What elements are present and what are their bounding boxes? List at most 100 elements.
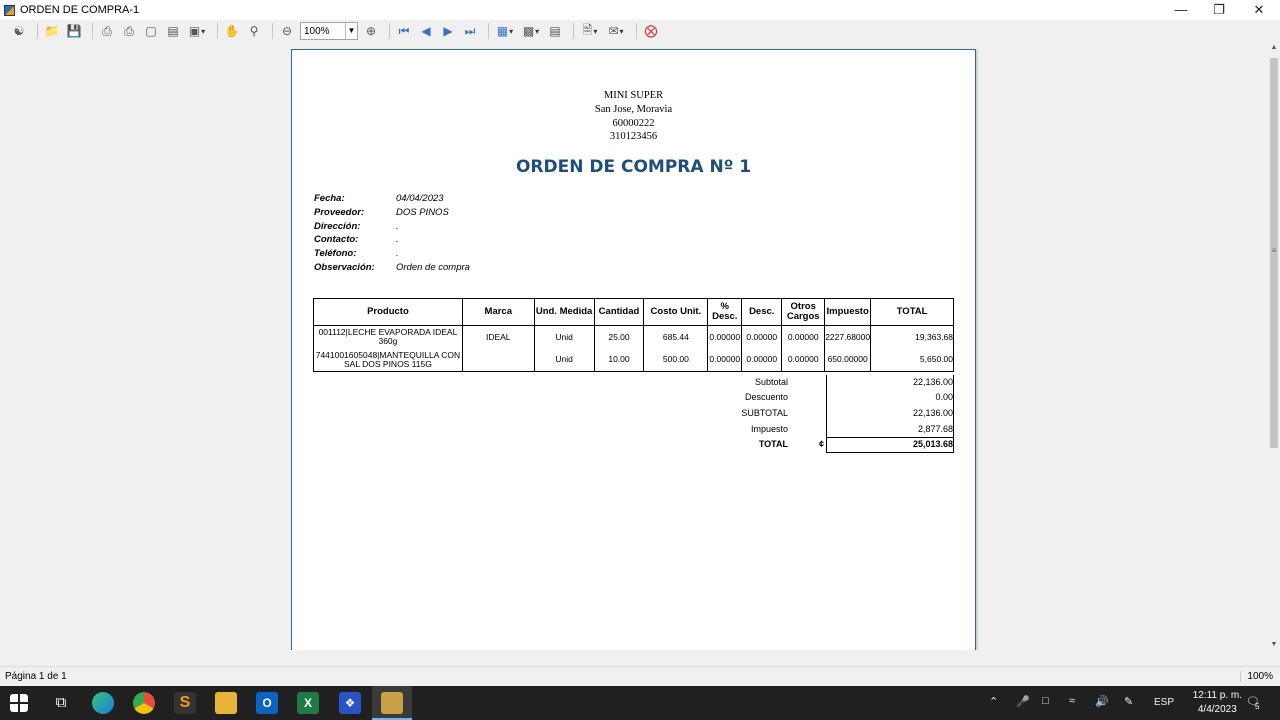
previous-page-icon[interactable]: ◀ [417, 22, 435, 40]
scroll-down-icon[interactable]: ▼ [1268, 641, 1280, 648]
chrome-icon[interactable] [133, 692, 155, 714]
totals-label: Subtotal [754, 377, 788, 387]
close-button[interactable]: ✕ [1240, 0, 1278, 20]
field-value: Orden de compra [396, 262, 470, 273]
last-page-icon[interactable]: ⏭ [461, 22, 479, 40]
zoom-out-icon[interactable]: ⊖ [278, 22, 296, 40]
page-info: Página 1 de 1 [5, 671, 67, 682]
multiple-pages-icon[interactable]: ▦ [494, 22, 516, 40]
field-value: 04/04/2023 [396, 193, 444, 204]
header-footer-icon[interactable]: ▤ [164, 22, 182, 40]
scale-icon[interactable]: ▣ [186, 22, 208, 40]
table-row: 7441001605048|MANTEQUILLA CON SAL DOS PI… [313, 348, 954, 372]
excel-icon[interactable]: X [297, 692, 319, 714]
first-page-icon[interactable]: ⏮ [395, 22, 413, 40]
next-page-icon[interactable]: ▶ [439, 22, 457, 40]
chevron-down-icon[interactable]: ▼ [345, 23, 357, 39]
edge-icon[interactable] [92, 692, 114, 714]
outlook-icon[interactable]: O [256, 692, 278, 714]
field-value: . [396, 248, 399, 259]
microphone-icon[interactable]: 🎤 [1016, 695, 1030, 708]
cell-other-charges: 0.00000 [781, 325, 826, 349]
cell-brand [461, 348, 535, 372]
watermark-icon[interactable]: ▤ [546, 22, 564, 40]
clock[interactable]: 12:11 p. m. 4/4/2023 [1193, 689, 1242, 717]
company-address: San Jose, Moravia [594, 104, 673, 115]
scroll-grip-icon: ≡ [1271, 246, 1277, 255]
totals-label: SUBTOTAL [741, 408, 788, 418]
currency-symbol: ¢ [819, 439, 825, 449]
volume-icon[interactable]: 🔊 [1095, 695, 1109, 708]
remote-app-icon[interactable]: ❖ [339, 692, 361, 714]
close-preview-icon[interactable]: ⨂ [642, 22, 660, 40]
cell-total: 5,650.00 [870, 348, 954, 372]
field-label: Fecha: [314, 193, 345, 204]
field-value: DOS PINOS [396, 207, 449, 218]
task-view-icon[interactable]: ⧉ [50, 692, 72, 714]
field-label: Contacto: [314, 234, 359, 245]
column-header: Impuesto [824, 298, 872, 326]
totals-value: 22,136.00 [912, 408, 953, 418]
cell-product: 7441001605048|MANTEQUILLA CON SAL DOS PI… [313, 348, 463, 372]
report-title: ORDEN DE COMPRA Nº 1 [515, 157, 752, 177]
save-icon[interactable]: 💾 [65, 22, 83, 40]
taskbar: ⧉ S O X ❖ ⌃ 🎤 □ ≈ 🔊 ✎ ESP 12:11 p. m. 4/… [0, 686, 1280, 720]
open-folder-icon[interactable]: 📁 [43, 22, 61, 40]
cell-tax: 650.00000 [824, 348, 872, 372]
show-hidden-icons-icon[interactable]: ⌃ [989, 695, 998, 708]
email-icon[interactable]: ✉ [605, 22, 627, 40]
column-header: TOTAL [870, 298, 954, 326]
cell-discount-pct: 0.00000 [707, 348, 743, 372]
report-toolbar: ☯ 📁 💾 ⎙ ⎙ ▢ ▤ ▣ ✋ ⚲ ⊖ 100% ▼ ⊕ ⏮ ◀ ▶ ⏭ ▦… [0, 20, 1280, 42]
quick-print-icon[interactable]: ⎙ [120, 22, 138, 40]
cell-total: 19,363.68 [870, 325, 954, 349]
sublime-text-icon[interactable]: S [174, 692, 196, 714]
wifi-icon[interactable]: ≈ [1069, 695, 1075, 707]
column-header: Otros Cargos [781, 298, 826, 326]
cell-discount-pct: 0.00000 [707, 325, 743, 349]
column-header: Und. Medida [533, 298, 595, 326]
cell-product: 001112|LECHE EVAPORADA IDEAL 360g [313, 325, 463, 349]
app-icon [4, 4, 15, 16]
cell-discount: 0.00000 [741, 348, 783, 372]
totals-value: 2,877.68 [917, 424, 953, 434]
language-indicator[interactable]: ESP [1154, 697, 1174, 708]
field-label: Observación: [314, 262, 375, 273]
page-setup-icon[interactable]: ▢ [142, 22, 160, 40]
zoom-value: 100% [304, 25, 330, 37]
cell-unit-cost: 685.44 [643, 325, 709, 349]
totals-label: Impuesto [750, 424, 788, 434]
report-viewport[interactable]: MINI SUPER San Jose, Moravia 60000222 31… [0, 42, 1268, 650]
field-value: . [396, 234, 399, 245]
scroll-up-icon[interactable]: ▲ [1268, 44, 1280, 51]
field-value: . [396, 221, 399, 232]
grand-total-value: 25,013.68 [912, 439, 953, 449]
vertical-scrollbar[interactable]: ▲ ≡ ▼ [1268, 42, 1280, 650]
cell-unit-cost: 500.00 [643, 348, 709, 372]
report-page: MINI SUPER San Jose, Moravia 60000222 31… [291, 49, 976, 650]
zoom-select[interactable]: 100% ▼ [300, 22, 358, 40]
cell-unit: Unid [533, 325, 595, 349]
find-icon[interactable]: ☯ [10, 22, 28, 40]
minimize-button[interactable]: — [1162, 0, 1200, 20]
totals-value: 22,136.00 [912, 377, 953, 387]
pen-icon[interactable]: ✎ [1124, 695, 1133, 708]
totals-value: 0.00 [935, 392, 953, 402]
device-icon[interactable]: □ [1042, 695, 1049, 707]
print-icon[interactable]: ⎙ [98, 22, 116, 40]
status-bar: Página 1 de 1 100% [0, 666, 1280, 686]
export-icon[interactable]: 🗎 [579, 22, 601, 40]
column-header: Marca [461, 298, 535, 326]
hand-tool-icon[interactable]: ✋ [223, 22, 241, 40]
file-explorer-icon[interactable] [215, 692, 237, 714]
cell-brand: IDEAL [461, 325, 535, 349]
zoom-in-icon[interactable]: ⊕ [362, 22, 380, 40]
magnifier-icon[interactable]: ⚲ [245, 22, 263, 40]
cell-quantity: 25.00 [593, 325, 645, 349]
background-color-icon[interactable]: ▩ [520, 22, 542, 40]
restore-button[interactable]: ❐ [1200, 0, 1238, 20]
horizontal-scroll-area [0, 650, 1280, 666]
windows-start-icon[interactable] [10, 694, 28, 712]
clock-time: 12:11 p. m. [1192, 690, 1242, 701]
clock-date: 4/4/2023 [1197, 704, 1237, 715]
